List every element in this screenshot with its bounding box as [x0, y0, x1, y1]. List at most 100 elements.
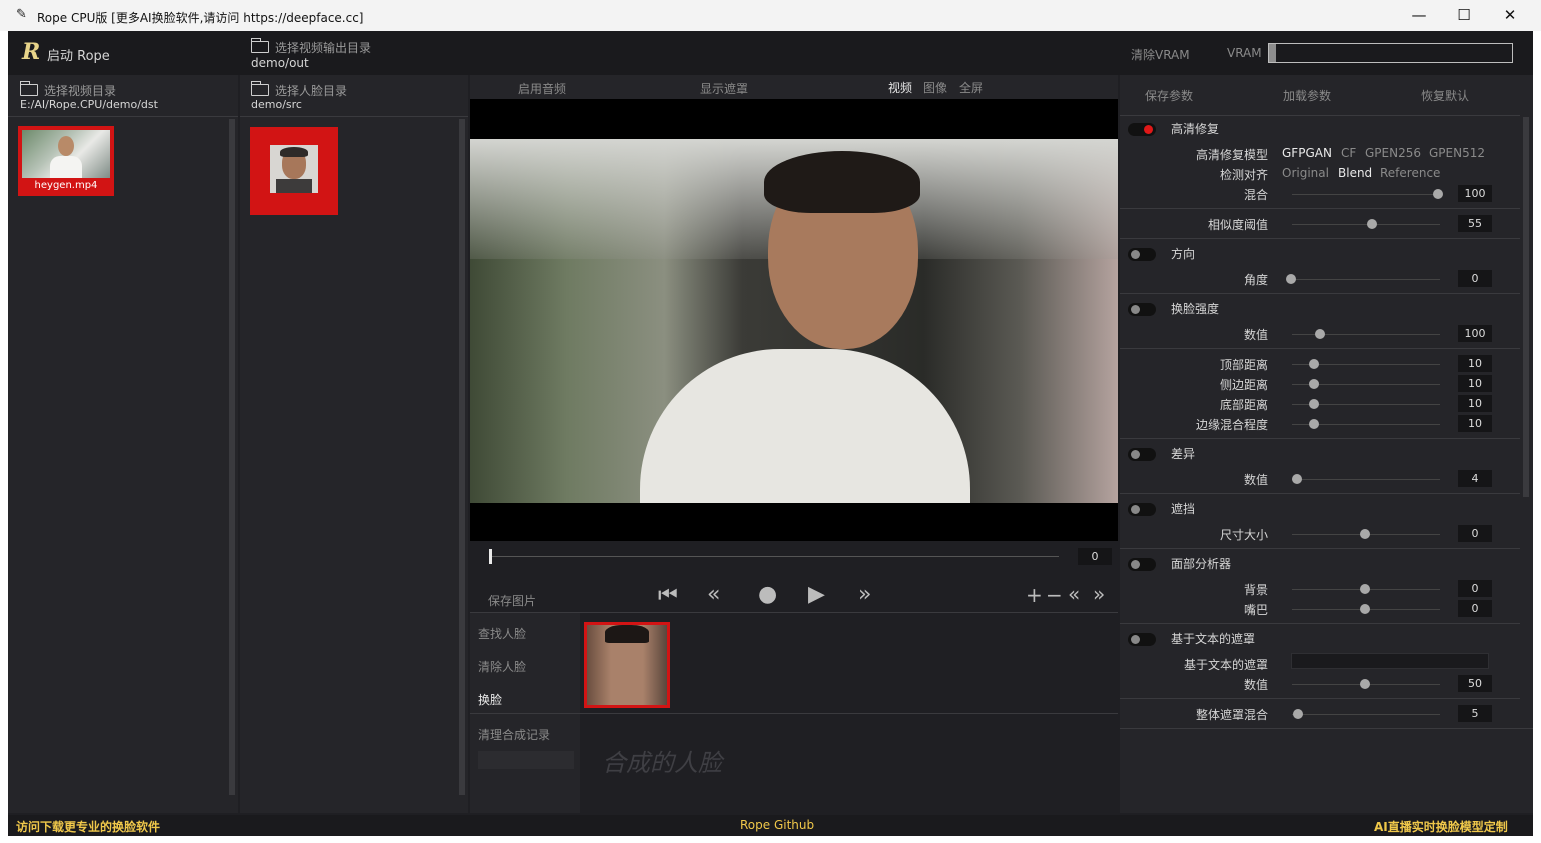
mouth-slider-knob[interactable] [1360, 604, 1370, 614]
similarity-value[interactable]: 55 [1458, 215, 1492, 232]
top-distance-value[interactable]: 10 [1458, 355, 1492, 372]
edge-blend-value[interactable]: 10 [1458, 415, 1492, 432]
angle-label: 角度 [1243, 273, 1268, 287]
clear-faces-button[interactable]: 清除人脸 [478, 658, 526, 675]
reset-params-button[interactable]: 恢复默认 [1421, 87, 1469, 104]
show-mask-tab[interactable]: 显示遮罩 [700, 80, 748, 97]
video-viewport[interactable] [470, 99, 1118, 541]
angle-slider-knob[interactable] [1286, 274, 1296, 284]
record-icon[interactable]: ● [758, 582, 777, 607]
overall-blend-knob[interactable] [1293, 709, 1303, 719]
text-mask-value[interactable]: 50 [1458, 675, 1492, 692]
close-button[interactable]: ✕ [1495, 6, 1525, 26]
window-titlebar: ✎ Rope CPU版 [更多AI换脸软件,请访问 https://deepfa… [0, 0, 1541, 31]
face-dir-button[interactable]: 选择人脸目录 [250, 80, 347, 99]
clear-history-button[interactable]: 清理合成记录 [478, 726, 550, 743]
play-icon[interactable]: ▶ [808, 582, 825, 607]
hd-restore-toggle[interactable] [1128, 123, 1156, 136]
background-label: 背景 [1243, 583, 1268, 597]
footer-github-link[interactable]: Rope Github [740, 818, 814, 832]
hd-model-gpen512[interactable]: GPEN512 [1429, 146, 1485, 160]
edge-blend-knob[interactable] [1309, 419, 1319, 429]
side-distance-value[interactable]: 10 [1458, 375, 1492, 392]
occlusion-size-knob[interactable] [1360, 529, 1370, 539]
source-face-thumb[interactable] [250, 127, 338, 215]
find-faces-button[interactable]: 查找人脸 [478, 625, 526, 642]
text-mask-input[interactable] [1291, 653, 1489, 669]
blend-value[interactable]: 100 [1458, 185, 1492, 202]
start-rope-button[interactable]: 启动 Rope [47, 45, 110, 64]
align-blend[interactable]: Blend [1338, 166, 1372, 180]
video-scrollbar[interactable] [229, 119, 235, 795]
hd-model-gfpgan[interactable]: GFPGAN [1282, 146, 1332, 160]
overall-blend-value[interactable]: 5 [1458, 705, 1492, 722]
params-scrollbar[interactable] [1523, 117, 1529, 497]
video-dir-button[interactable]: 选择视频目录 [19, 80, 116, 99]
similarity-slider[interactable] [1292, 224, 1440, 225]
minimize-button[interactable]: — [1404, 6, 1434, 26]
add-marker-icon[interactable]: + [1026, 583, 1043, 607]
rewind-icon[interactable]: « [707, 582, 720, 607]
clear-vram-button[interactable]: 清除VRAM [1131, 46, 1190, 63]
angle-value[interactable]: 0 [1458, 270, 1492, 287]
hd-model-gpen256[interactable]: GPEN256 [1365, 146, 1421, 160]
text-mask-toggle[interactable] [1128, 633, 1156, 646]
video-mode-tab[interactable]: 视频 [888, 79, 912, 96]
save-image-button[interactable]: 保存图片 [488, 592, 536, 609]
video-thumb[interactable]: heygen.mp4 [18, 126, 114, 196]
blend-slider-knob[interactable] [1433, 189, 1443, 199]
face-scrollbar[interactable] [459, 119, 465, 795]
preview-tabs: 启用音频 显示遮罩 视频 图像 全屏 [470, 75, 1118, 99]
difference-value[interactable]: 4 [1458, 470, 1492, 487]
background-value[interactable]: 0 [1458, 580, 1492, 597]
history-input[interactable] [478, 751, 574, 769]
angle-slider[interactable] [1292, 279, 1440, 280]
divider [1120, 238, 1520, 239]
difference-slider-knob[interactable] [1292, 474, 1302, 484]
preview-area: 启用音频 显示遮罩 视频 图像 全屏 0 保存图片 ⏮ « ● ▶ » + − … [470, 75, 1118, 813]
remove-marker-icon[interactable]: − [1046, 583, 1063, 607]
overall-blend-slider[interactable] [1292, 714, 1440, 715]
occlusion-toggle[interactable] [1128, 503, 1156, 516]
mouth-value[interactable]: 0 [1458, 600, 1492, 617]
fast-forward-icon[interactable]: » [858, 582, 871, 607]
load-params-button[interactable]: 加载参数 [1283, 87, 1331, 104]
face-parser-toggle[interactable] [1128, 558, 1156, 571]
skip-to-start-icon[interactable]: ⏮ [658, 583, 678, 608]
text-mask-slider-knob[interactable] [1360, 679, 1370, 689]
divider [1120, 493, 1520, 494]
align-original[interactable]: Original [1282, 166, 1329, 180]
strength-value[interactable]: 100 [1458, 325, 1492, 342]
hd-model-cf[interactable]: CF [1341, 146, 1356, 160]
difference-toggle[interactable] [1128, 448, 1156, 461]
next-marker-icon[interactable]: » [1093, 582, 1105, 606]
fullscreen-tab[interactable]: 全屏 [959, 79, 983, 96]
side-distance-knob[interactable] [1309, 379, 1319, 389]
bottom-distance-knob[interactable] [1309, 399, 1319, 409]
difference-slider[interactable] [1292, 479, 1440, 480]
strength-slider-knob[interactable] [1315, 329, 1325, 339]
maximize-button[interactable]: ☐ [1449, 6, 1479, 26]
divider [1120, 728, 1533, 729]
align-reference[interactable]: Reference [1380, 166, 1440, 180]
similarity-slider-knob[interactable] [1367, 219, 1377, 229]
image-mode-tab[interactable]: 图像 [923, 79, 947, 96]
blend-slider[interactable] [1292, 194, 1440, 195]
timeline-track[interactable] [489, 556, 1059, 557]
top-distance-knob[interactable] [1309, 359, 1319, 369]
frame-number[interactable]: 0 [1078, 548, 1112, 565]
save-params-button[interactable]: 保存参数 [1145, 87, 1193, 104]
swap-faces-button[interactable]: 换脸 [478, 691, 502, 708]
bottom-distance-value[interactable]: 10 [1458, 395, 1492, 412]
footer-download-link[interactable]: 访问下载更专业的换脸软件 [16, 818, 160, 835]
footer-custom-link[interactable]: AI直播实时换脸模型定制 [1374, 818, 1508, 835]
prev-marker-icon[interactable]: « [1068, 582, 1080, 606]
found-face-thumb[interactable] [584, 622, 670, 708]
orientation-toggle[interactable] [1128, 248, 1156, 261]
strength-toggle[interactable] [1128, 303, 1156, 316]
output-dir-button[interactable]: 选择视频输出目录 [250, 37, 371, 56]
timeline-handle[interactable] [489, 549, 492, 564]
enable-audio-tab[interactable]: 启用音频 [518, 80, 566, 97]
background-slider-knob[interactable] [1360, 584, 1370, 594]
occlusion-size-value[interactable]: 0 [1458, 525, 1492, 542]
